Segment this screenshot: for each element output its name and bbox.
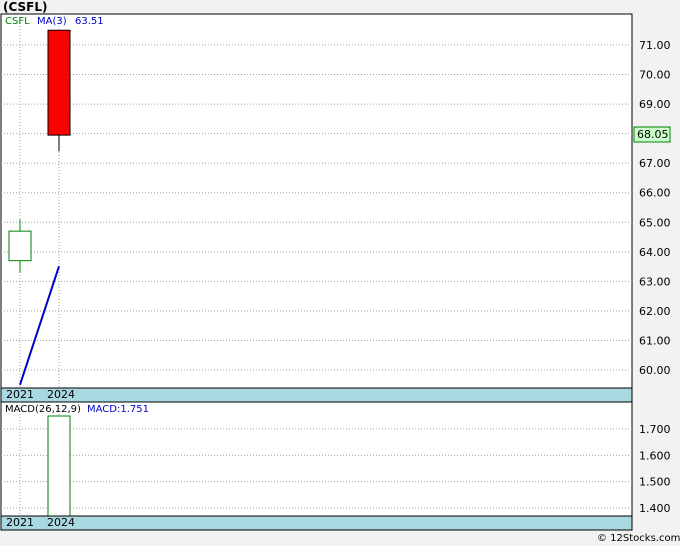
price-y-tick: 63.00 [639, 275, 671, 288]
price-y-tick: 67.00 [639, 157, 671, 170]
candle-body [8, 230, 32, 262]
price-y-tick: 70.00 [639, 69, 671, 82]
macd-y-tick: 1.700 [639, 423, 671, 436]
ma-legend-label: MA(3) [37, 16, 67, 27]
macd-bar [47, 415, 71, 517]
macd-legend-label: MACD(26,12,9) [5, 404, 81, 415]
price-y-tick: 71.00 [639, 39, 671, 52]
price-y-tick: 62.00 [639, 305, 671, 318]
price-y-tick: 61.00 [639, 334, 671, 347]
macd-y-tick: 1.600 [639, 449, 671, 462]
site-credit: © 12Stocks.com [597, 533, 680, 544]
macd-legend-value: MACD:1.751 [87, 404, 149, 415]
price-x-tick-2021: 2021 [6, 388, 34, 401]
price-x-tick-2024: 2024 [47, 388, 75, 401]
macd-y-axis: 1.400 1.500 1.600 1.700 [639, 423, 671, 515]
price-y-tick: 65.00 [639, 216, 671, 229]
price-y-tick: 60.00 [639, 364, 671, 377]
chart-title: (CSFL) [3, 0, 47, 14]
price-y-axis: 60.00 61.00 62.00 63.00 64.00 65.00 66.00 67.00… [639, 39, 671, 377]
macd-x-axis-band [0, 515, 633, 531]
macd-marks [47, 415, 71, 517]
price-x-axis-band [0, 387, 633, 403]
ma-legend-value: 63.51 [75, 16, 104, 27]
price-y-tick: 69.00 [639, 98, 671, 111]
macd-x-tick-2021: 2021 [6, 516, 34, 529]
macd-y-tick: 1.400 [639, 502, 671, 515]
price-y-tick: 64.00 [639, 246, 671, 259]
macd-y-tick: 1.500 [639, 476, 671, 489]
price-y-tick: 66.00 [639, 187, 671, 200]
stock-chart: (CSFL) 60.00 61.00 62.00 63.00 64.00 65.00 66.… [0, 0, 680, 544]
candle-body [47, 29, 71, 136]
price-panel [0, 13, 633, 389]
last-price-value: 68.05 [637, 128, 669, 141]
macd-panel [0, 401, 633, 517]
ticker-legend: CSFL [5, 16, 30, 27]
macd-x-tick-2024: 2024 [47, 516, 75, 529]
